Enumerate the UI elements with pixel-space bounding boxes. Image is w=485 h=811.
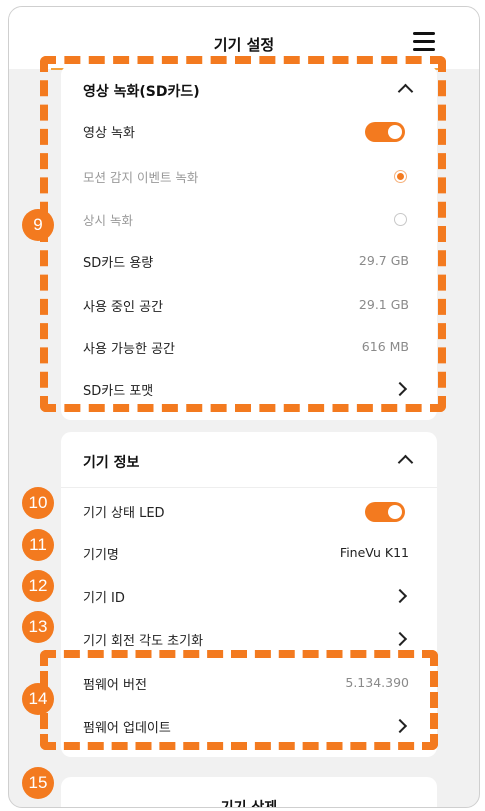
chevron-up-icon[interactable]: [397, 83, 414, 100]
chevron-right-icon[interactable]: [392, 631, 408, 647]
status-led-toggle[interactable]: [365, 502, 405, 522]
continuous-recording-row[interactable]: 상시 녹화: [61, 200, 437, 240]
recording-section-title: 영상 녹화(SD카드): [83, 84, 200, 100]
firmware-update-row[interactable]: 펌웨어 업데이트: [61, 707, 437, 747]
callout-badge-12: 12: [22, 570, 54, 602]
used-space-row: 사용 중인 공간 29.1 GB: [61, 286, 437, 326]
device-name-row[interactable]: 기기명 FineVu K11: [61, 534, 437, 574]
chevron-up-icon[interactable]: [397, 454, 414, 471]
rotation-reset-row[interactable]: 기기 회전 각도 초기화: [61, 620, 437, 660]
sd-format-label: SD카드 포맷: [83, 384, 154, 399]
device-name-label: 기기명: [83, 548, 119, 563]
motion-event-label: 모션 감지 이벤트 녹화: [83, 170, 199, 185]
callout-badge-11: 11: [22, 529, 54, 561]
chevron-right-icon[interactable]: [392, 718, 408, 734]
device-info-section: 기기 정보 기기 상태 LED 기기명 FineVu K11 기기 ID 기기 …: [61, 432, 437, 757]
sd-format-row[interactable]: SD카드 포맷: [61, 370, 437, 410]
status-led-label: 기기 상태 LED: [83, 506, 165, 521]
device-info-section-header[interactable]: 기기 정보: [61, 440, 437, 480]
sd-capacity-label: SD카드 용량: [83, 256, 154, 271]
continuous-recording-radio[interactable]: [394, 213, 407, 226]
callout-badge-13: 13: [22, 611, 54, 643]
firmware-version-row: 펌웨어 버전 5.134.390: [61, 664, 437, 704]
used-space-value: 29.1 GB: [358, 297, 409, 312]
chevron-right-icon[interactable]: [392, 588, 408, 604]
device-id-row[interactable]: 기기 ID: [61, 577, 437, 617]
video-recording-toggle[interactable]: [365, 122, 405, 142]
sd-capacity-row: SD카드 용량 29.7 GB: [61, 242, 437, 282]
device-id-label: 기기 ID: [83, 591, 125, 606]
callout-badge-15: 15: [22, 767, 54, 799]
recording-section: 영상 녹화(SD카드) 영상 녹화 모션 감지 이벤트 녹화 상시 녹화 SD카…: [61, 65, 437, 420]
video-recording-label: 영상 녹화: [83, 126, 135, 141]
firmware-version-value: 5.134.390: [345, 675, 409, 690]
used-space-label: 사용 중인 공간: [83, 300, 164, 315]
delete-device-button[interactable]: 기기 삭제: [61, 777, 437, 808]
delete-device-label: 기기 삭제: [220, 800, 278, 808]
video-recording-row: 영상 녹화: [61, 112, 437, 152]
callout-badge-9: 9: [22, 209, 54, 241]
chevron-right-icon[interactable]: [392, 381, 408, 397]
device-info-section-title: 기기 정보: [83, 455, 140, 471]
motion-event-row[interactable]: 모션 감지 이벤트 녹화: [61, 157, 437, 197]
callout-badge-10: 10: [22, 487, 54, 519]
sd-capacity-value: 29.7 GB: [358, 253, 409, 268]
device-name-value: FineVu K11: [339, 545, 409, 560]
recording-section-header[interactable]: 영상 녹화(SD카드): [61, 69, 437, 109]
divider: [61, 487, 437, 488]
status-led-row: 기기 상태 LED: [61, 492, 437, 532]
toggle-knob: [388, 125, 402, 139]
callout-badge-14: 14: [22, 683, 54, 715]
firmware-update-label: 펌웨어 업데이트: [83, 721, 171, 736]
app-header: 기기 설정: [9, 7, 479, 69]
available-space-label: 사용 가능한 공간: [83, 342, 175, 357]
phone-frame: 기기 설정 영상 녹화(SD카드) 영상 녹화 모션 감지 이벤트 녹화 상시 …: [8, 6, 480, 808]
available-space-row: 사용 가능한 공간 616 MB: [61, 328, 437, 368]
continuous-recording-label: 상시 녹화: [83, 213, 133, 228]
toggle-knob: [388, 505, 402, 519]
firmware-version-label: 펌웨어 버전: [83, 678, 147, 693]
available-space-value: 616 MB: [361, 339, 409, 354]
hamburger-menu-icon[interactable]: [413, 32, 435, 52]
rotation-reset-label: 기기 회전 각도 초기화: [83, 634, 204, 649]
page-title: 기기 설정: [213, 36, 275, 54]
motion-event-radio[interactable]: [394, 170, 407, 183]
